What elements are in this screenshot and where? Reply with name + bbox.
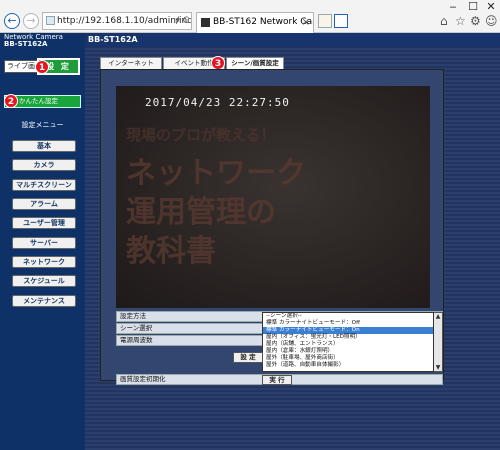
page-favicon-icon (46, 16, 55, 25)
camera-timestamp: 2017/04/23 22:27:50 (145, 96, 290, 109)
page-title: BB-ST162A (88, 35, 138, 44)
scene-select-label: シーン選択 (120, 324, 153, 332)
book-line-3: 運用管理の (126, 195, 276, 230)
live-view-button[interactable]: ライブ画 (4, 60, 38, 73)
scene-option[interactable]: --シーン選択-- (263, 313, 433, 320)
scene-option[interactable]: 屋内（店舗、エントランス） (263, 341, 433, 348)
minimize-icon[interactable]: ‒ (446, 1, 460, 12)
power-freq-label: 電源周波数 (120, 336, 153, 344)
execute-button[interactable]: 実 行 (262, 375, 292, 385)
ie-icon[interactable] (334, 14, 348, 28)
apply-button[interactable]: 設 定 (233, 352, 263, 363)
tab-internet[interactable]: インターネット (100, 57, 162, 69)
maximize-icon[interactable]: ☐ (466, 1, 480, 12)
tab-favicon-icon (201, 18, 210, 27)
scene-option[interactable]: 屋外（道路、自動車自体撮影） (263, 362, 433, 369)
address-bar[interactable]: http://192.168.1.10/admin/index ▾ C (42, 12, 192, 30)
reset-label: 画質設定初期化 (120, 375, 166, 383)
menu-header: 設定メニュー (21, 121, 64, 129)
scene-option[interactable]: 屋外（駐車場、屋外商店街） (263, 355, 433, 362)
new-tab-icon[interactable] (318, 14, 332, 28)
book-line-1: 現場のプロが教える！ (126, 126, 276, 144)
browser-tab[interactable]: BB-ST162 Network Camera × (196, 12, 314, 33)
menu-item-multiscreen[interactable]: マルチスクリーン (12, 179, 76, 191)
scene-option[interactable]: 屋内（倉庫：水銀灯照明） (263, 348, 433, 355)
close-icon[interactable]: ✕ (484, 1, 498, 12)
badge-3: 3 (211, 56, 225, 70)
browser-chrome: ‒ ☐ ✕ ← → http://192.168.1.10/admin/inde… (0, 0, 500, 33)
badge-1: 1 (35, 60, 49, 74)
refresh-icon[interactable]: ▾ C (175, 13, 189, 29)
menu-item-camera[interactable]: カメラ (12, 159, 76, 171)
tab-title: BB-ST162 Network Camera (213, 17, 313, 27)
scene-option[interactable]: 屋内（オフィス：蛍光灯・LED照明） (263, 334, 433, 341)
scene-option-selected[interactable]: 標準 カラーナイトビューモード：On (263, 327, 433, 334)
scroll-down-icon[interactable]: ▼ (434, 364, 442, 372)
badge-2: 2 (4, 94, 18, 108)
menu-item-alarm[interactable]: アラーム (12, 198, 76, 210)
header-strip (85, 33, 500, 47)
scroll-up-icon[interactable]: ▲ (434, 313, 442, 321)
smiley-icon[interactable]: ☺ (485, 14, 498, 28)
menu-item-schedule[interactable]: スケジュール (12, 275, 76, 287)
book-line-2: ネットワーク (126, 156, 306, 191)
menu-item-user-management[interactable]: ユーザー管理 (12, 217, 76, 229)
forward-icon[interactable]: → (23, 13, 39, 29)
menu-item-maintenance[interactable]: メンテナンス (12, 295, 76, 307)
home-icon[interactable]: ⌂ (440, 14, 448, 28)
menu-item-server[interactable]: サーバー (12, 237, 76, 249)
menu-item-basic[interactable]: 基本 (12, 140, 76, 152)
scene-option[interactable]: 標準 カラーナイトビューモード：Off (263, 320, 433, 327)
tab-scene-quality[interactable]: シーン/画質設定 (226, 57, 284, 69)
scene-select-list[interactable]: --シーン選択-- 標準 カラーナイトビューモード：Off 標準 カラーナイトビ… (262, 312, 434, 372)
address-text: http://192.168.1.10/admin/index (57, 16, 192, 26)
menu-item-network[interactable]: ネットワーク (12, 256, 76, 268)
tab-close-icon[interactable]: × (302, 13, 310, 32)
back-icon[interactable]: ← (4, 13, 20, 29)
gear-icon[interactable]: ⚙ (470, 14, 481, 28)
book-line-4: 教科書 (126, 234, 216, 269)
star-icon[interactable]: ☆ (455, 14, 466, 28)
camera-image: 現場のプロが教える！ ネットワーク 運用管理の 教科書 (116, 86, 430, 308)
scene-list-scrollbar[interactable]: ▲ ▼ (434, 312, 443, 372)
brand-line-2: BB-ST162A (4, 40, 48, 48)
setting-method-label: 設定方法 (120, 312, 146, 320)
